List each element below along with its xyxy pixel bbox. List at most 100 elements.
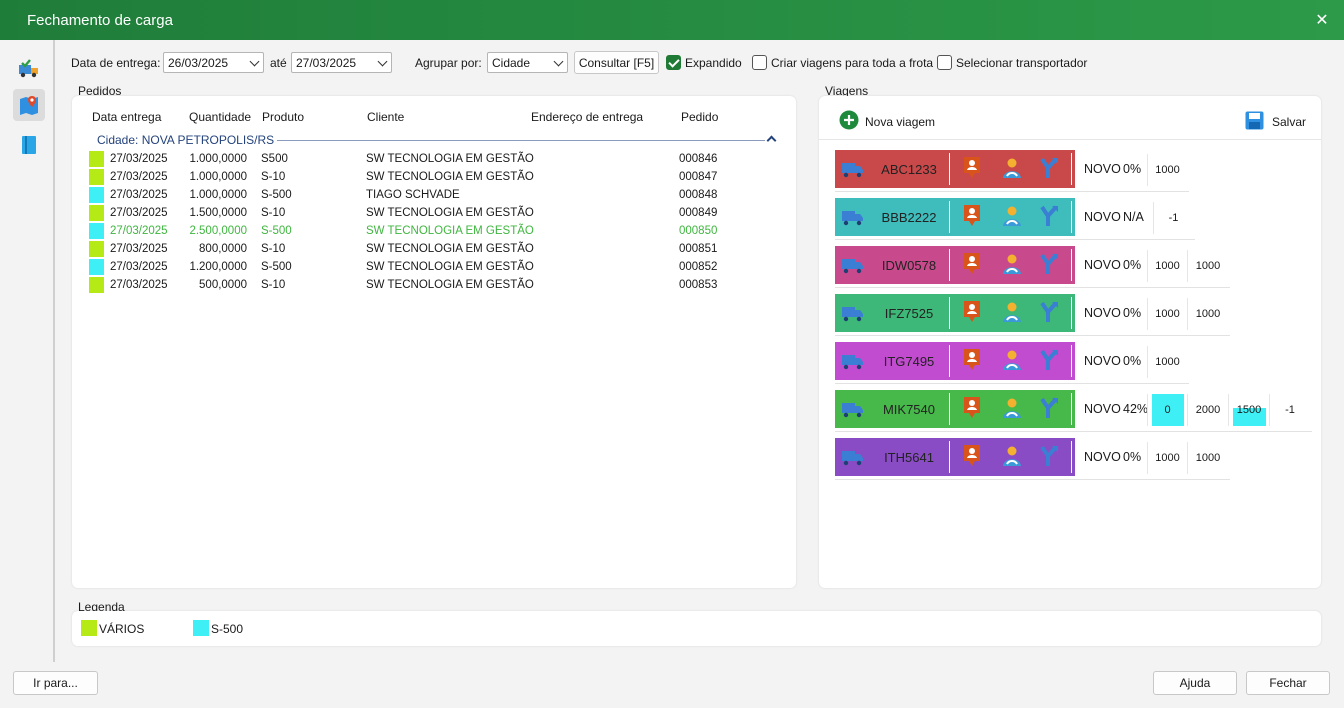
col-header-data[interactable]: Data entrega xyxy=(92,110,161,124)
trip-card[interactable]: IDW0578 xyxy=(835,246,1075,284)
route-icon[interactable] xyxy=(1038,444,1060,471)
driver-icon[interactable] xyxy=(1001,444,1023,471)
route-icon[interactable] xyxy=(1038,156,1060,183)
sidebar-item-map[interactable] xyxy=(13,89,45,121)
expandido-checkbox[interactable] xyxy=(666,55,681,70)
criar-viagens-checkbox[interactable] xyxy=(752,55,767,70)
client-cell: SW TECNOLOGIA EM GESTÃO xyxy=(366,243,534,255)
trip-row[interactable]: IFZ7525 NOVO 0% 1000 1000 xyxy=(835,294,1305,336)
quantity-cell: 1.000,0000 xyxy=(189,153,247,165)
compartment-cell[interactable]: 2000 xyxy=(1187,394,1228,426)
help-button[interactable]: Ajuda xyxy=(1153,671,1237,695)
group-header[interactable]: Cidade: NOVA PETROPOLIS/RS xyxy=(85,133,785,147)
client-cell: SW TECNOLOGIA EM GESTÃO xyxy=(366,279,534,291)
date-from-picker[interactable]: 26/03/2025 xyxy=(163,52,264,73)
col-header-pedido[interactable]: Pedido xyxy=(681,110,718,124)
route-icon[interactable] xyxy=(1038,348,1060,375)
quantity-cell: 2.500,0000 xyxy=(189,225,247,237)
route-icon[interactable] xyxy=(1038,300,1060,327)
truck-check-icon xyxy=(19,59,38,78)
compartment-cell[interactable]: 1000 xyxy=(1187,250,1228,282)
col-header-quantidade[interactable]: Quantidade xyxy=(189,110,251,124)
driver-icon[interactable] xyxy=(1001,204,1023,231)
consult-button[interactable]: Consultar [F5] xyxy=(574,51,659,74)
table-row[interactable]: 27/03/2025 500,0000 S-10 SW TECNOLOGIA EM G… xyxy=(89,277,769,294)
delivery-point-icon[interactable] xyxy=(962,204,982,231)
compartment-cell[interactable]: 1000 xyxy=(1147,298,1187,330)
trip-card[interactable]: ITH5641 xyxy=(835,438,1075,476)
table-row[interactable]: 27/03/2025 1.000,0000 S-10 SW TECNOLOGIA EM… xyxy=(89,169,769,186)
table-row[interactable]: 27/03/2025 1.000,0000 S500 SW TECNOLOGIA EM… xyxy=(89,151,769,168)
table-row[interactable]: 27/03/2025 1.000,0000 S-500 TIAGO SCHVADE 00… xyxy=(89,187,769,204)
table-row[interactable]: 27/03/2025 1.500,0000 S-10 SW TECNOLOGIA EM… xyxy=(89,205,769,222)
driver-icon[interactable] xyxy=(1001,396,1023,423)
delivery-point-icon[interactable] xyxy=(962,252,982,279)
trip-card[interactable]: IFZ7525 xyxy=(835,294,1075,332)
trip-plate: ITH5641 xyxy=(884,450,934,465)
trip-row[interactable]: ITG7495 NOVO 0% 1000 xyxy=(835,342,1305,384)
route-icon[interactable] xyxy=(1038,204,1060,231)
close-button[interactable]: Fechar xyxy=(1246,671,1330,695)
route-icon[interactable] xyxy=(1038,396,1060,423)
driver-icon[interactable] xyxy=(1001,156,1023,183)
trip-row[interactable]: MIK7540 NOVO 42% 0 2000 1500 -1 xyxy=(835,390,1312,432)
delivery-point-icon[interactable] xyxy=(962,300,982,327)
trip-row[interactable]: BBB2222 NOVO N/A -1 xyxy=(835,198,1305,240)
goto-button[interactable]: Ir para... xyxy=(13,671,98,695)
table-row[interactable]: 27/03/2025 800,0000 S-10 SW TECNOLOGIA EM G… xyxy=(89,241,769,258)
quantity-cell: 1.200,0000 xyxy=(189,261,247,273)
trip-card[interactable]: BBB2222 xyxy=(835,198,1075,236)
client-cell: SW TECNOLOGIA EM GESTÃO xyxy=(366,261,534,273)
sidebar-item-document[interactable] xyxy=(13,129,45,161)
new-trip-button[interactable]: Nova viagem xyxy=(839,110,959,132)
trip-row[interactable]: ABC1233 NOVO 0% 1000 xyxy=(835,150,1305,192)
order-cell: 000851 xyxy=(679,243,718,255)
driver-icon[interactable] xyxy=(1001,348,1023,375)
trip-row[interactable]: IDW0578 NOVO 0% 1000 1000 xyxy=(835,246,1305,288)
card-divider xyxy=(1071,441,1072,473)
compartment-cell[interactable]: -1 xyxy=(1269,394,1310,426)
compartment-cell[interactable]: 1000 xyxy=(1187,442,1228,474)
col-header-endereco[interactable]: Endereço de entrega xyxy=(531,110,643,124)
compartment-cell[interactable]: 1000 xyxy=(1147,346,1187,378)
sidebar-item-truck-check[interactable] xyxy=(13,53,45,85)
driver-icon[interactable] xyxy=(1001,252,1023,279)
trip-card[interactable]: ITG7495 xyxy=(835,342,1075,380)
trip-card[interactable]: ABC1233 xyxy=(835,150,1075,188)
date-to-picker[interactable]: 27/03/2025 xyxy=(291,52,392,73)
trip-plate: ITG7495 xyxy=(883,354,935,369)
driver-icon[interactable] xyxy=(1001,300,1023,327)
delivery-point-icon[interactable] xyxy=(962,444,982,471)
client-cell: SW TECNOLOGIA EM GESTÃO xyxy=(366,153,534,165)
compartment-cell[interactable]: 1500 xyxy=(1228,394,1269,426)
chevron-up-icon[interactable] xyxy=(766,135,777,146)
truck-icon xyxy=(841,399,865,422)
route-icon[interactable] xyxy=(1038,252,1060,279)
delivery-point-icon[interactable] xyxy=(962,156,982,183)
group-by-select[interactable]: Cidade xyxy=(487,52,568,73)
delivery-point-icon[interactable] xyxy=(962,348,982,375)
compartment-cell[interactable]: -1 xyxy=(1153,202,1193,234)
product-cell: S-500 xyxy=(261,261,292,273)
trip-underline xyxy=(835,287,1230,288)
selecionar-transportador-label: Selecionar transportador xyxy=(956,56,1088,70)
client-cell: SW TECNOLOGIA EM GESTÃO xyxy=(366,207,534,219)
trip-status: NOVO xyxy=(1084,354,1121,368)
legend-label-varios: VÁRIOS xyxy=(99,622,145,636)
col-header-cliente[interactable]: Cliente xyxy=(367,110,404,124)
compartment-cell[interactable]: 0 xyxy=(1147,394,1187,426)
selecionar-transportador-checkbox[interactable] xyxy=(937,55,952,70)
col-header-produto[interactable]: Produto xyxy=(262,110,304,124)
compartment-cell[interactable]: 1000 xyxy=(1187,298,1228,330)
compartment-cell[interactable]: 1000 xyxy=(1147,442,1187,474)
save-button[interactable]: Salvar xyxy=(1245,110,1307,132)
trip-card[interactable]: MIK7540 xyxy=(835,390,1075,428)
trip-row[interactable]: ITH5641 NOVO 0% 1000 1000 xyxy=(835,438,1305,480)
quantity-cell: 800,0000 xyxy=(199,243,247,255)
delivery-point-icon[interactable] xyxy=(962,396,982,423)
compartment-cell[interactable]: 1000 xyxy=(1147,250,1187,282)
table-row[interactable]: 27/03/2025 2.500,0000 S-500 SW TECNOLOGIA E… xyxy=(89,223,769,240)
close-icon[interactable]: ✕ xyxy=(1312,10,1332,30)
table-row[interactable]: 27/03/2025 1.200,0000 S-500 SW TECNOLOGIA E… xyxy=(89,259,769,276)
compartment-cell[interactable]: 1000 xyxy=(1147,154,1187,186)
